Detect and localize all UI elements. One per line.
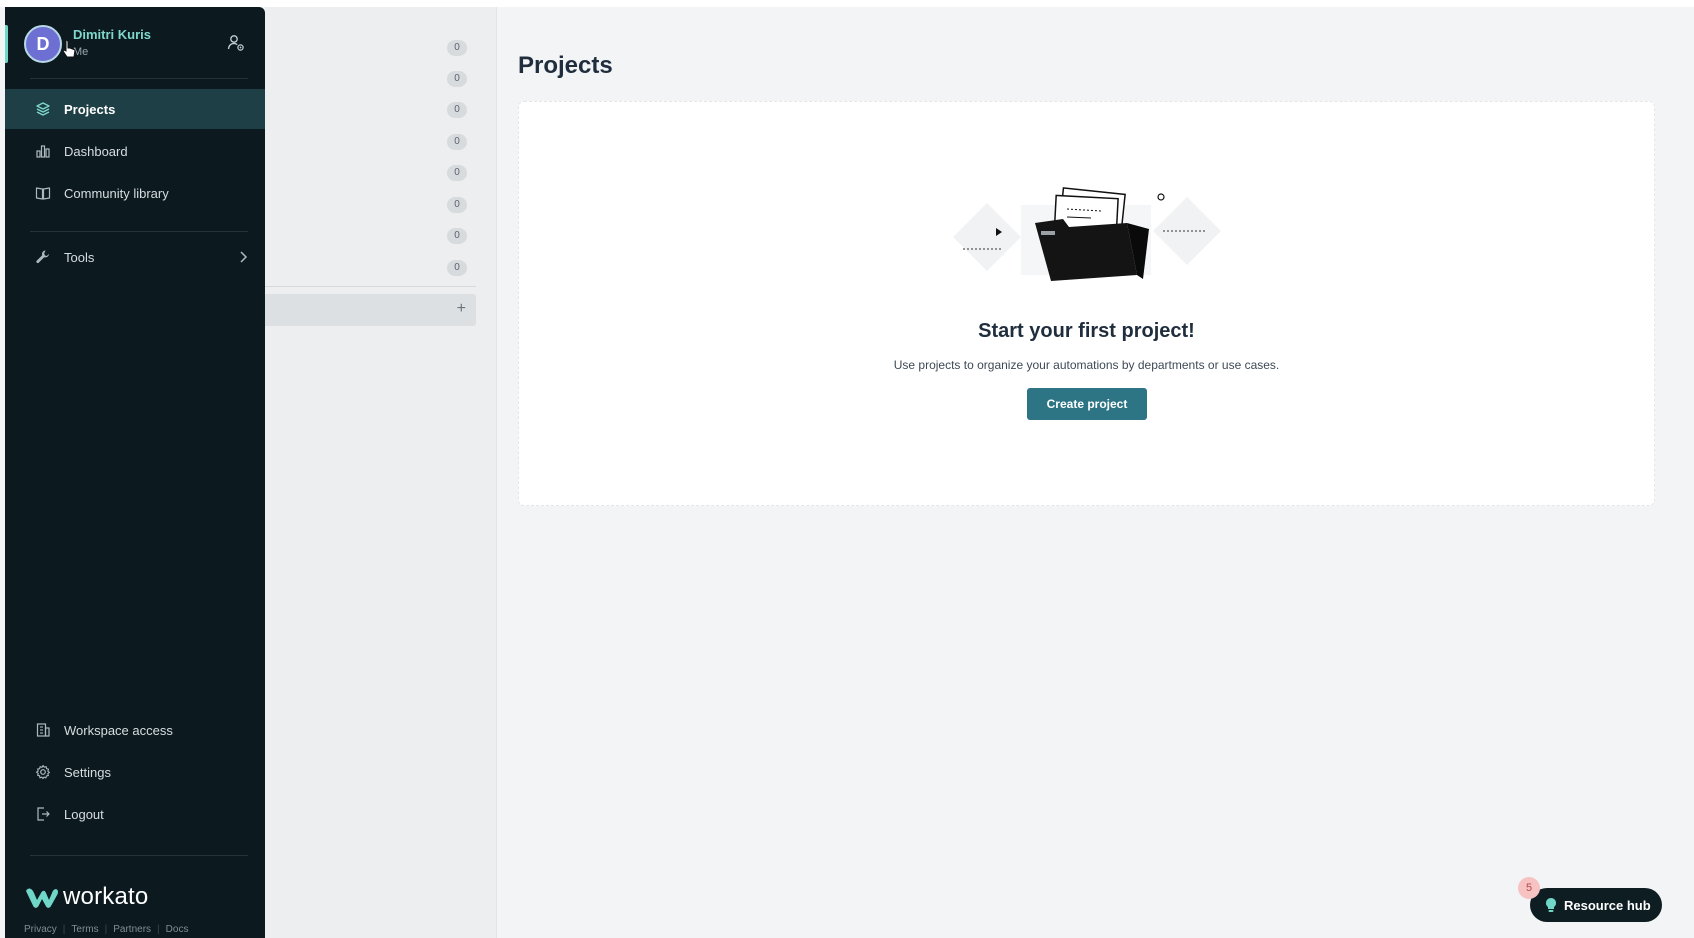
- subnav-divider: [265, 286, 476, 287]
- layers-icon: [36, 102, 50, 116]
- docs-link[interactable]: Docs: [166, 924, 189, 935]
- project-count-badge: 0: [447, 102, 467, 118]
- workato-wordmark: workato: [63, 883, 149, 910]
- main-sidebar: D Dimitri Kuris Me Projects Dashboard Co…: [5, 7, 265, 938]
- sidebar-item-workspace-access[interactable]: Workspace access: [5, 710, 265, 750]
- create-project-button[interactable]: Create project: [1027, 388, 1147, 420]
- user-name[interactable]: Dimitri Kuris: [73, 27, 151, 42]
- sidebar-item-tools[interactable]: Tools: [5, 237, 265, 277]
- sidebar-item-dashboard[interactable]: Dashboard: [5, 131, 265, 171]
- empty-state-title: Start your first project!: [978, 320, 1195, 342]
- logout-icon: [37, 807, 50, 821]
- resource-hub-count-badge: 5: [1518, 877, 1540, 899]
- project-count-badge: 0: [447, 134, 467, 150]
- sidebar-divider: [30, 855, 248, 856]
- sidebar-item-logout[interactable]: Logout: [5, 794, 265, 834]
- resource-hub-label: Resource hub: [1564, 897, 1651, 913]
- privacy-link[interactable]: Privacy: [24, 924, 57, 935]
- empty-state-description: Use projects to organize your automation…: [893, 358, 1280, 372]
- project-count-badge: 0: [447, 165, 467, 181]
- switch-user-icon[interactable]: [227, 34, 245, 52]
- project-count-badge: 0: [447, 228, 467, 244]
- plus-icon: +: [456, 300, 466, 317]
- hand-cursor-icon: [62, 39, 76, 58]
- partners-link[interactable]: Partners: [113, 924, 151, 935]
- sidebar-item-label: Dashboard: [64, 143, 128, 159]
- bar-chart-icon: [36, 145, 50, 158]
- avatar[interactable]: D: [24, 25, 62, 63]
- add-project-row[interactable]: +: [265, 294, 476, 326]
- sidebar-divider: [30, 78, 248, 79]
- project-count-badge: 0: [447, 260, 467, 276]
- wrench-icon: [36, 250, 49, 264]
- workato-mark-icon: [26, 888, 58, 908]
- project-count-badge: 0: [447, 71, 467, 87]
- sidebar-item-label: Settings: [64, 764, 111, 780]
- page-title: Projects: [518, 52, 613, 79]
- sidebar-item-label: Logout: [64, 806, 104, 822]
- sidebar-item-label: Projects: [64, 101, 116, 117]
- project-count-badge: 0: [447, 197, 467, 213]
- sidebar-item-label: Tools: [64, 249, 95, 265]
- gear-icon: [35, 764, 51, 780]
- sidebar-item-settings[interactable]: Settings: [5, 752, 265, 792]
- terms-link[interactable]: Terms: [71, 924, 98, 935]
- sidebar-item-projects[interactable]: Projects: [5, 89, 265, 129]
- project-count-badge: 0: [447, 40, 467, 56]
- book-icon: [35, 187, 51, 200]
- footer-links: Privacy | Terms | Partners | Docs: [24, 924, 189, 935]
- active-accent-bar: [5, 25, 8, 63]
- building-icon: [36, 723, 50, 737]
- sidebar-item-community-library[interactable]: Community library: [5, 173, 265, 213]
- workato-logo[interactable]: workato: [24, 883, 149, 910]
- chevron-right-icon: [240, 251, 248, 263]
- sidebar-item-label: Community library: [64, 185, 169, 201]
- sidebar-divider: [30, 231, 248, 232]
- lightbulb-icon: [1546, 898, 1556, 912]
- empty-folder-illustration: [953, 187, 1221, 281]
- sidebar-item-label: Workspace access: [64, 722, 173, 738]
- resource-hub-button[interactable]: Resource hub: [1530, 888, 1662, 922]
- empty-state-card: Start your first project! Use projects t…: [518, 101, 1655, 506]
